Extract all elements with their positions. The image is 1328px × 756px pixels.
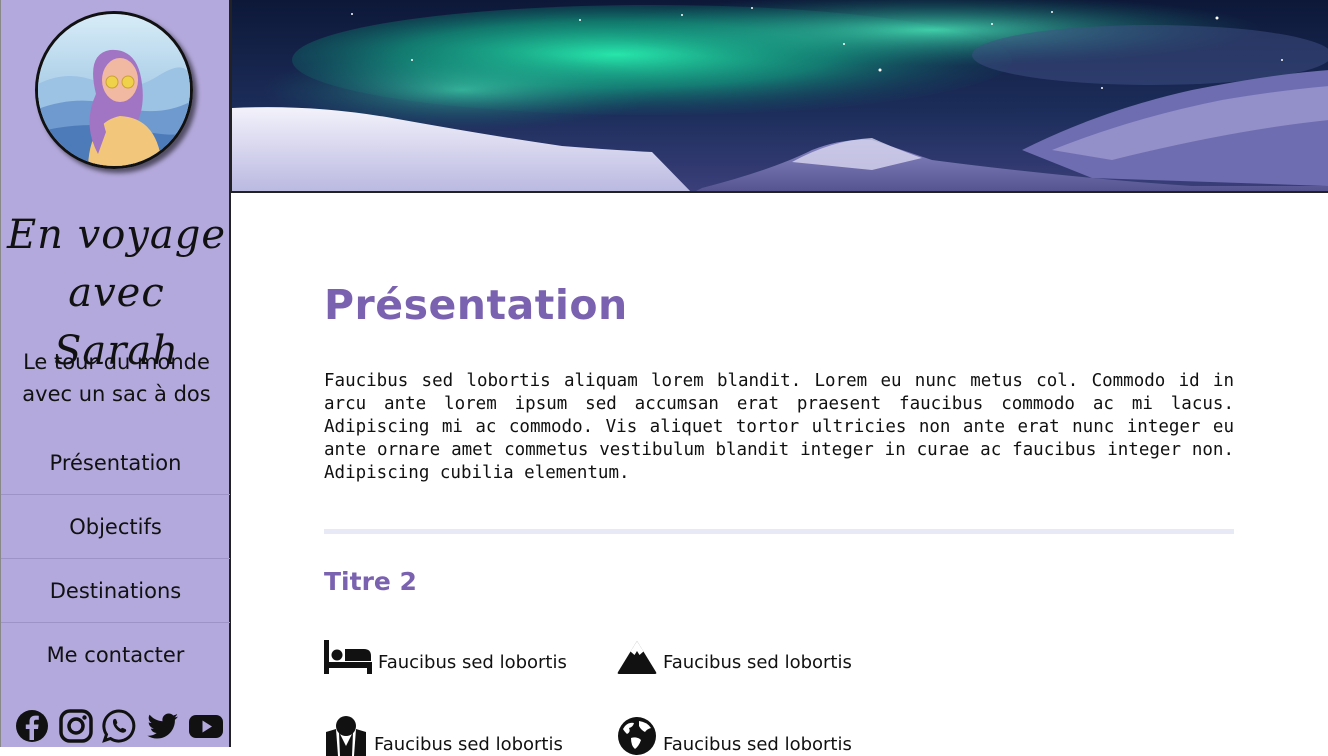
nav-item-presentation[interactable]: Présentation <box>1 431 230 495</box>
instagram-icon[interactable] <box>58 708 94 744</box>
intro-paragraph: Faucibus sed lobortis aliquam lorem blan… <box>324 371 1234 483</box>
sidebar: En voyage avec Sarah Le tour du monde av… <box>0 0 231 747</box>
feature-item-lodging: Faucibus sed lobortis <box>324 640 567 674</box>
feature-label: Faucibus sed lobortis <box>663 652 852 673</box>
header-banner-image <box>231 0 1328 193</box>
nav-item-destinations[interactable]: Destinations <box>1 559 230 623</box>
feature-label: Faucibus sed lobortis <box>663 734 852 755</box>
nav-item-contact[interactable]: Me contacter <box>1 623 230 686</box>
tagline-line-2: avec un sac à dos <box>22 382 211 406</box>
whatsapp-icon[interactable] <box>101 708 137 744</box>
feature-label: Faucibus sed lobortis <box>378 652 567 673</box>
section-divider <box>324 529 1234 534</box>
feature-item-map: Faucibus sed lobortis <box>324 716 563 756</box>
tagline-line-1: Le tour du monde <box>23 350 210 374</box>
facebook-icon[interactable] <box>14 708 50 744</box>
tagline: Le tour du monde avec un sac à dos <box>1 346 232 410</box>
map-icon <box>326 716 366 756</box>
brand-line-1: En voyage <box>6 212 227 258</box>
main-content: Présentation Faucibus sed lobortis aliqu… <box>324 270 1234 600</box>
bed-icon <box>324 640 372 674</box>
avatar[interactable] <box>35 11 193 169</box>
section-subtitle: Titre 2 <box>324 567 417 596</box>
nav-item-objectifs[interactable]: Objectifs <box>1 495 230 559</box>
feature-item-mountain: Faucibus sed lobortis <box>617 640 852 674</box>
feature-label: Faucibus sed lobortis <box>374 734 563 755</box>
globe-icon <box>618 717 656 755</box>
mountain-icon <box>617 641 657 674</box>
social-links <box>14 706 224 746</box>
page-title: Présentation <box>324 281 628 329</box>
youtube-icon[interactable] <box>188 708 224 744</box>
feature-item-globe: Faucibus sed lobortis <box>617 716 852 756</box>
twitter-icon[interactable] <box>145 708 181 744</box>
sidebar-nav: Présentation Objectifs Destinations Me c… <box>1 431 230 686</box>
